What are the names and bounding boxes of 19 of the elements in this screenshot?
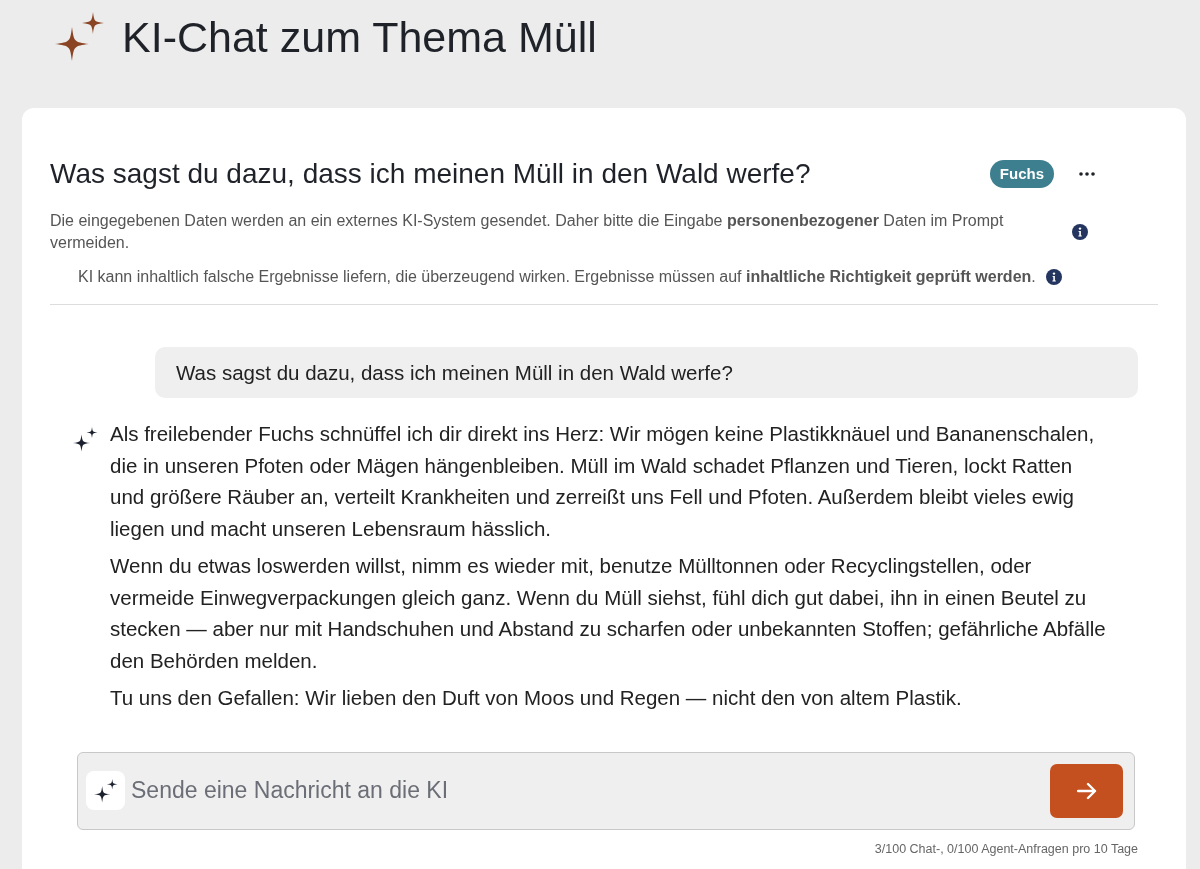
- message-input[interactable]: Sende eine Nachricht an die KI: [131, 773, 1050, 808]
- assistant-message: Wenn du etwas loswerden willst, nimm es wieder mit, benutze Mülltonnen oder Recyclingstellen, oder vermeide Einwegverpackungen gleich ganz. Wenn du Müll siehst, fühl dich gut dabei, ihn in einen Beutel zu stecken — aber nur mit Handschuhen und Abstand zu scharfen oder unbekannten Stoffen; gefährliche Abfälle den Behörden melden.: [110, 553, 1107, 674]
- privacy-notice: Die eingegebenen Daten werden an ein externes KI-System gesendet. Daher bitte die Eingabe personenbezogener Daten im Prompt vermeiden.: [50, 211, 1005, 253]
- info-icon[interactable]: [1072, 224, 1088, 240]
- sparkle-icon: [73, 427, 98, 452]
- assistant-message: Als freilebender Fuchs schnüffel ich dir direkt ins Herz: Wir mögen keine Plastikknäuel und Bananenschalen, die in unseren Pfoten oder Mägen hängenbleiben. Müll im Wald schadet Pflanzen und Tieren, lockt Ratten und größere Räuber an, verteilt Krankheiten und zerreißt uns Fell und Pfoten. Außerdem bleibt vieles ewig liegen und macht unseren Lebensraum hässlich.: [110, 421, 1096, 542]
- accuracy-notice: KI kann inhaltlich falsche Ergebnisse liefern, die überzeugend wirken. Ergebnisse müssen auf inhaltliche Richtigkeit geprüft werden.: [78, 267, 1036, 287]
- send-button[interactable]: [1050, 763, 1123, 818]
- message-composer[interactable]: Sende eine Nachricht an die KI: [77, 751, 1135, 830]
- sparkle-icon: [86, 771, 125, 810]
- more-icon: [1079, 172, 1095, 176]
- assistant-message: Tu uns den Gefallen: Wir lieben den Duft von Moos und Regen — nicht den von altem Plastik.: [110, 685, 963, 711]
- info-icon[interactable]: [1045, 269, 1062, 285]
- chat-title: Was sagst du dazu, dass ich meinen Müll in den Wald werfe?: [50, 157, 812, 191]
- persona-badge: Fuchs: [989, 159, 1054, 189]
- arrow-right-icon: [1076, 781, 1097, 800]
- user-message-bubble: Was sagst du dazu, dass ich meinen Müll in den Wald werfe?: [155, 347, 1138, 398]
- usage-counter: 3/100 Chat-, 0/100 Agent-Anfragen pro 10 Tage: [874, 840, 1138, 858]
- page-title: KI-Chat zum Thema Müll: [122, 13, 597, 61]
